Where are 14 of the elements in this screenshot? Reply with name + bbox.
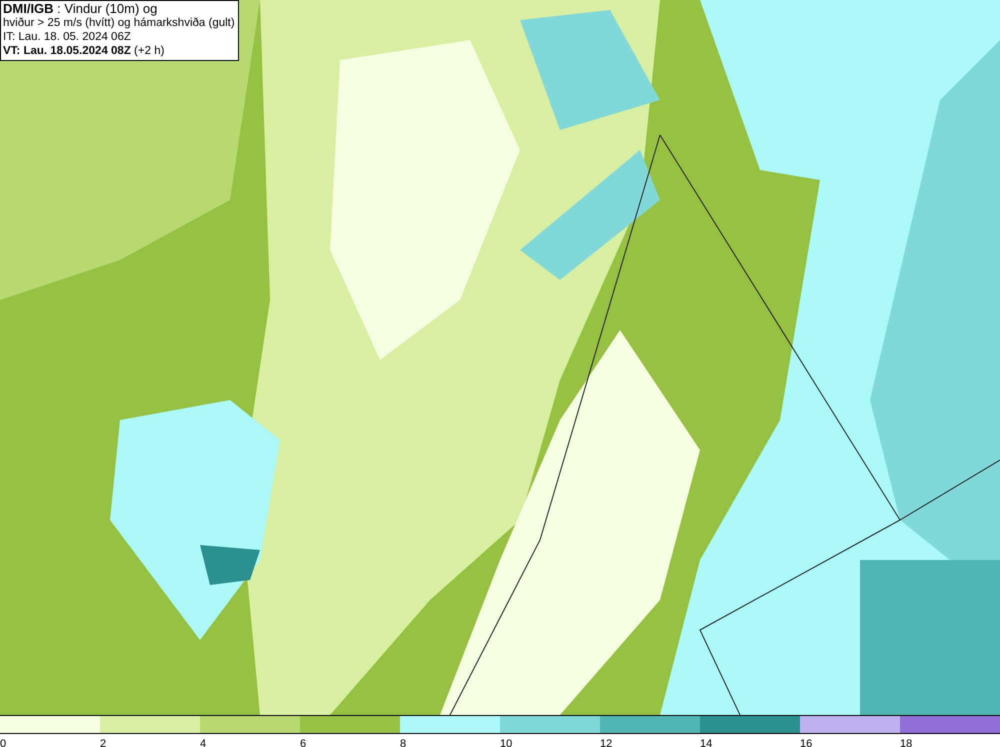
- tick-label: 6: [300, 738, 306, 747]
- tick-label: 14: [700, 738, 712, 747]
- legend-text: hviður > 25 m/s (hvítt) og hámarkshviða (gult): [3, 16, 235, 30]
- legend-text: VT: Lau. 18.05.2024 08Z (+2 h): [3, 44, 166, 58]
- tick-label: 8: [400, 738, 406, 747]
- tick-label: 18: [900, 738, 912, 747]
- tick-label: 12: [600, 738, 612, 747]
- tick-label: 0: [0, 738, 6, 747]
- tick-label: 4: [200, 738, 206, 747]
- legend-text: DMI/IGB : Vindur (10m) og: [3, 2, 158, 16]
- tick-label: 10: [500, 738, 512, 747]
- tick-label: 16: [800, 738, 812, 747]
- legend-text: IT: Lau. 18. 05. 2024 06Z: [3, 30, 132, 44]
- tick-label: 2: [100, 738, 106, 747]
